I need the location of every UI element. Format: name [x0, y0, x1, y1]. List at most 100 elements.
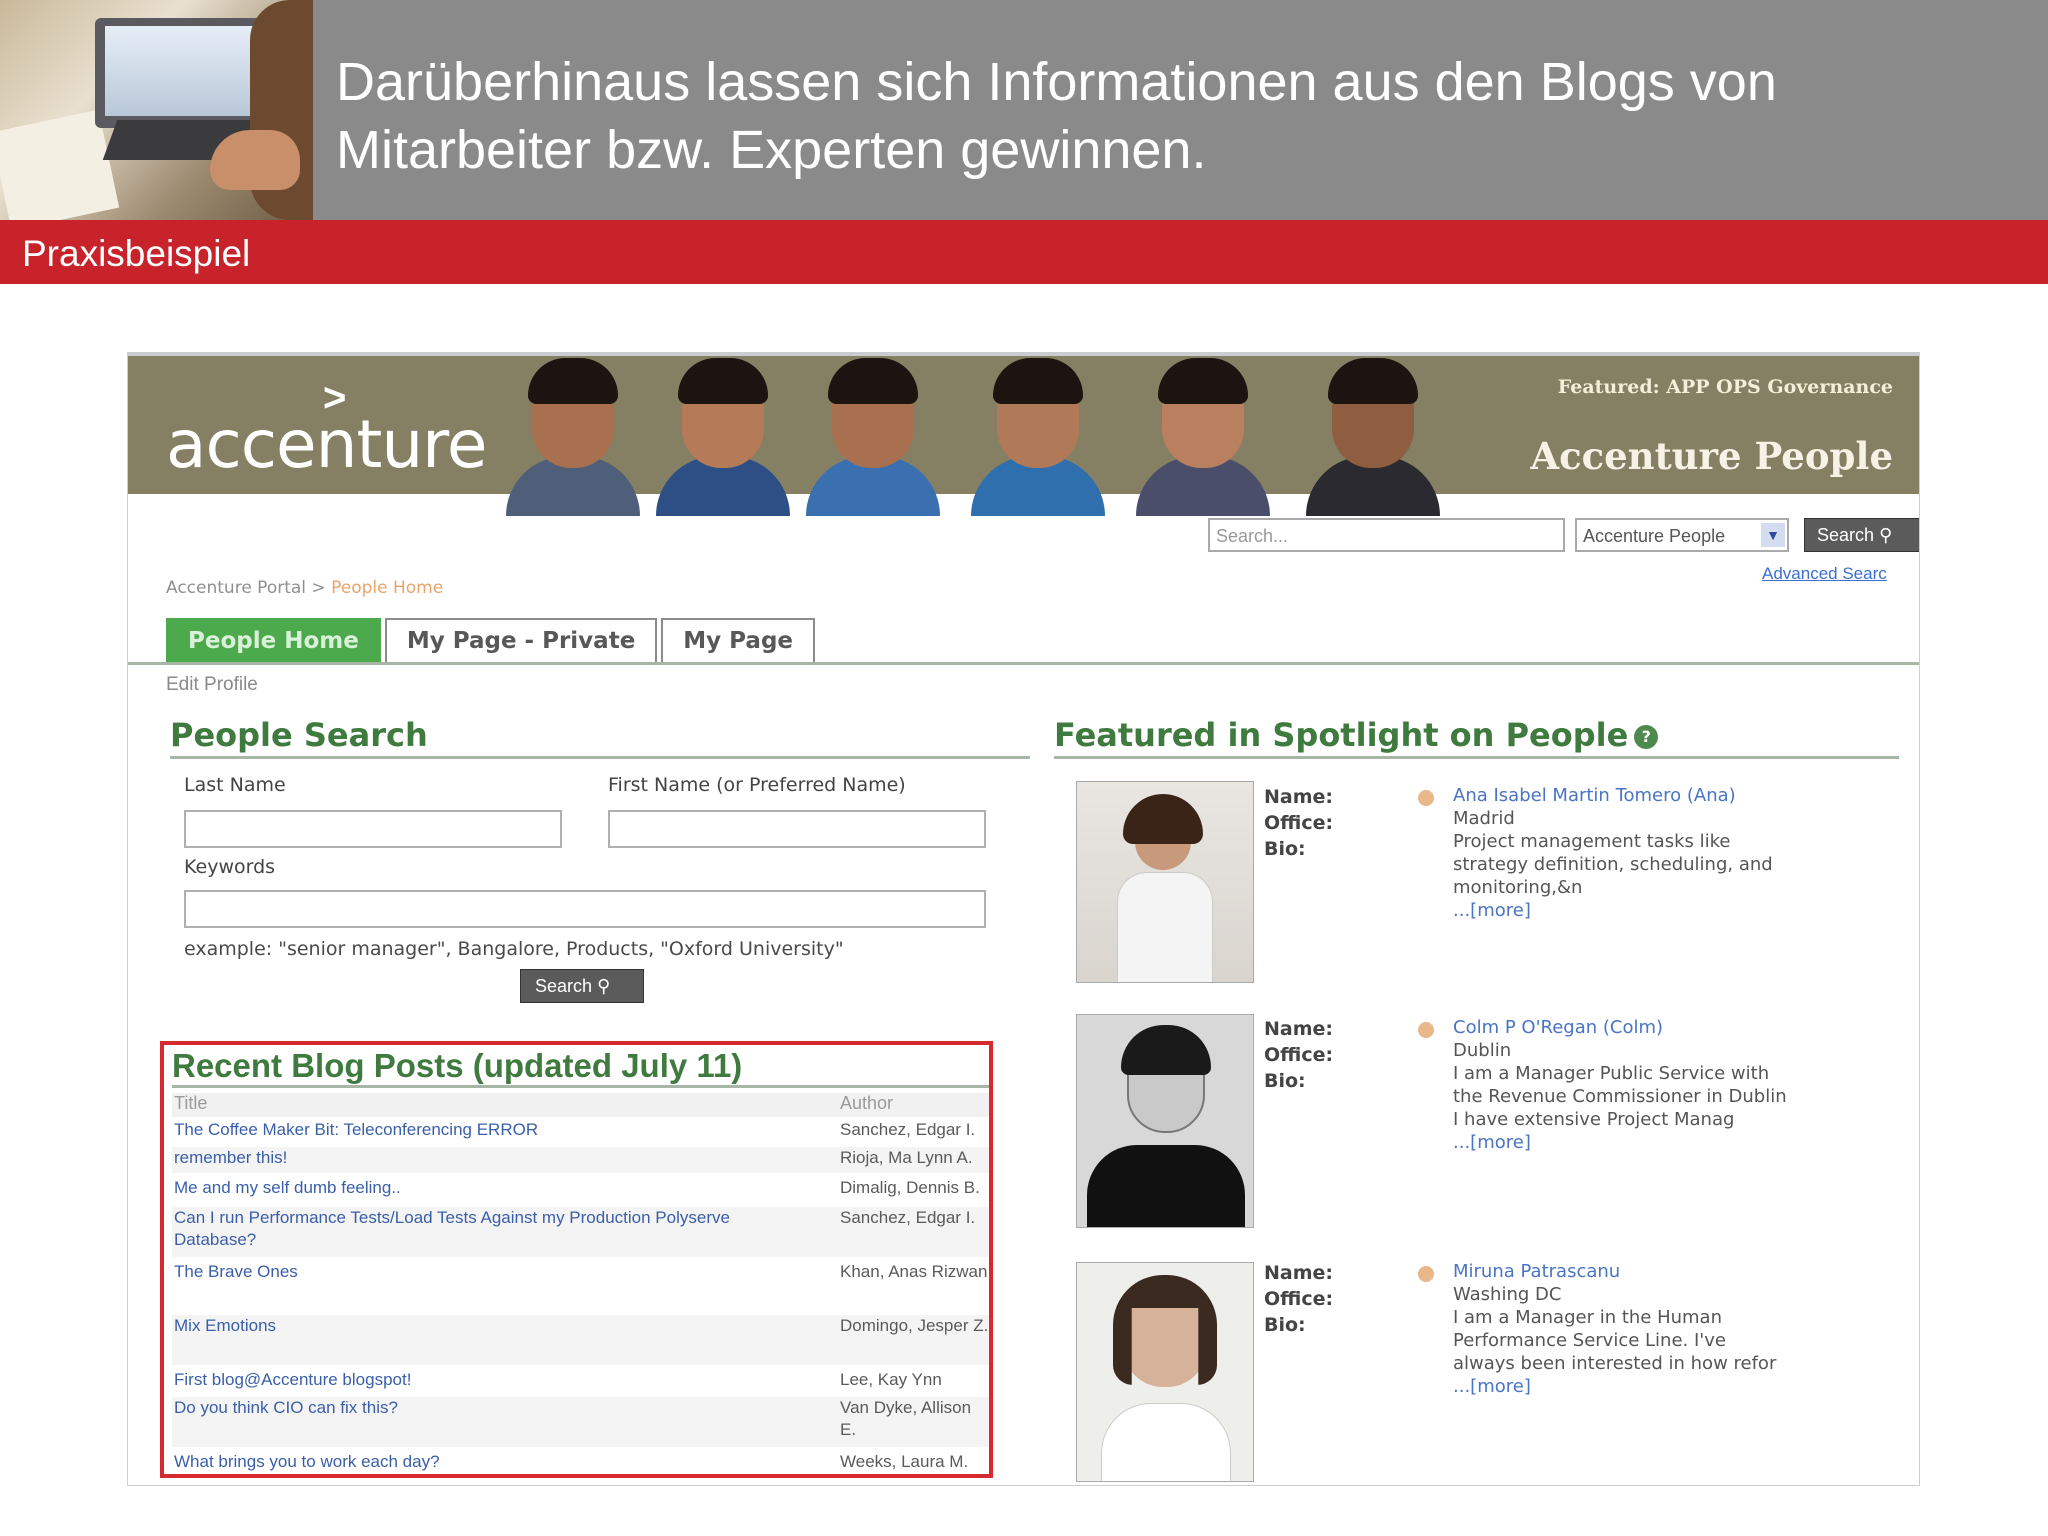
blog-post-author: Van Dyke, Allison E. — [840, 1398, 972, 1439]
portal-search-input[interactable]: Search... — [1208, 518, 1565, 552]
spotlight-labels-1: Name: Office: Bio: — [1264, 784, 1333, 862]
banner-face-4 — [963, 356, 1113, 516]
blog-post-title-link[interactable]: Mix Emotions — [174, 1315, 814, 1337]
recent-blog-posts-title: Recent Blog Posts (updated July 11) — [172, 1047, 989, 1088]
name-label: Name: — [1264, 1262, 1334, 1284]
blog-post-title-link[interactable]: What brings you to work each day? — [174, 1451, 814, 1473]
keywords-field[interactable] — [184, 890, 986, 928]
portal-title: Accenture People — [1530, 434, 1893, 478]
banner-face-3 — [798, 356, 948, 516]
spotlight-office: Dublin — [1453, 1040, 1512, 1061]
blog-post-author: Dimalig, Dennis B. — [840, 1178, 980, 1197]
spotlight-name-link[interactable]: Miruna Patrascanu — [1453, 1260, 1793, 1283]
name-label: Name: — [1264, 786, 1334, 808]
status-dot-icon — [1418, 1022, 1434, 1038]
blog-post-title-link[interactable]: remember this! — [174, 1147, 814, 1169]
breadcrumb: Accenture Portal > People Home — [166, 578, 443, 598]
banner-face-2 — [648, 356, 798, 516]
blog-post-title-link[interactable]: The Coffee Maker Bit: Teleconferencing E… — [174, 1119, 814, 1141]
breadcrumb-separator: > — [306, 578, 332, 598]
spotlight-name-link[interactable]: Colm P O'Regan (Colm) — [1453, 1016, 1793, 1039]
portal-search-button[interactable]: Search ⚲ — [1804, 518, 1919, 552]
table-row: Do you think CIO can fix this? Van Dyke,… — [172, 1397, 989, 1447]
office-label: Office: — [1264, 1044, 1334, 1066]
blog-post-author: Sanchez, Edgar I. — [840, 1120, 976, 1139]
spotlight-labels-2: Name: Office: Bio: — [1264, 1016, 1333, 1094]
search-scope-select[interactable]: Accenture People ▼ — [1575, 518, 1789, 552]
first-name-label: First Name (or Preferred Name) — [608, 774, 906, 796]
tab-people-home[interactable]: People Home — [166, 618, 381, 662]
help-icon[interactable]: ? — [1634, 725, 1659, 749]
spotlight-office: Madrid — [1453, 808, 1515, 829]
slide-header: Darüberhinaus lassen sich Informationen … — [0, 0, 2048, 220]
spotlight-bio: Project management tasks like strategy d… — [1453, 831, 1773, 898]
spotlight-name-link[interactable]: Ana Isabel Martin Tomero (Ana) — [1453, 784, 1793, 807]
banner-face-1 — [498, 356, 648, 516]
banner-face-6 — [1298, 356, 1448, 516]
first-name-field[interactable] — [608, 810, 986, 848]
tab-my-page[interactable]: My Page — [661, 618, 816, 662]
spotlight-more-link[interactable]: ...[more] — [1453, 1131, 1793, 1154]
tab-divider — [128, 662, 1919, 665]
blog-table-header: Title Author — [172, 1093, 989, 1117]
spotlight-photo-2[interactable] — [1076, 1014, 1254, 1228]
blog-post-author: Sanchez, Edgar I. — [840, 1208, 976, 1227]
blog-post-author: Khan, Anas Rizwan — [840, 1262, 988, 1281]
blog-post-title-link[interactable]: Do you think CIO can fix this? — [174, 1397, 814, 1419]
spotlight-more-link[interactable]: ...[more] — [1453, 1375, 1793, 1398]
scope-value: Accenture People — [1583, 526, 1726, 546]
section-bar: Praxisbeispiel — [0, 220, 2048, 284]
spotlight-title: Featured in Spotlight on People? — [1054, 716, 1899, 759]
people-search-title: People Search — [170, 716, 1030, 759]
spotlight-more-link[interactable]: ...[more] — [1453, 899, 1793, 922]
edit-profile-link[interactable]: Edit Profile — [166, 674, 258, 696]
breadcrumb-root[interactable]: Accenture Portal — [166, 578, 306, 598]
breadcrumb-current: People Home — [331, 578, 444, 598]
table-row: First blog@Accenture blogspot! Lee, Kay … — [172, 1369, 989, 1395]
spotlight-info-2: Colm P O'Regan (Colm) Dublin I am a Mana… — [1453, 1016, 1793, 1154]
table-row: Me and my self dumb feeling.. Dimalig, D… — [172, 1177, 989, 1203]
table-row: What brings you to work each day? Weeks,… — [172, 1451, 989, 1474]
blog-post-author: Domingo, Jesper Z. — [840, 1316, 989, 1335]
blog-post-title-link[interactable]: Me and my self dumb feeling.. — [174, 1177, 814, 1199]
recent-blog-posts-highlight: Recent Blog Posts (updated July 11) Titl… — [160, 1041, 993, 1478]
banner-face-5 — [1128, 356, 1278, 516]
blog-post-title-link[interactable]: First blog@Accenture blogspot! — [174, 1369, 814, 1391]
advanced-search-link[interactable]: Advanced Searc — [1762, 564, 1887, 584]
last-name-label: Last Name — [184, 774, 286, 796]
table-row: The Coffee Maker Bit: Teleconferencing E… — [172, 1119, 989, 1145]
status-dot-icon — [1418, 790, 1434, 806]
search-button-label: Search — [1817, 525, 1875, 545]
tab-my-page-private[interactable]: My Page - Private — [384, 618, 658, 662]
featured-label[interactable]: Featured: APP OPS Governance — [1558, 376, 1893, 398]
blog-post-title-link[interactable]: The Brave Ones — [174, 1261, 814, 1283]
search-example-hint: example: "senior manager", Bangalore, Pr… — [184, 938, 844, 960]
spotlight-info-1: Ana Isabel Martin Tomero (Ana) Madrid Pr… — [1453, 784, 1793, 922]
spotlight-bio: I am a Manager in the Human Performance … — [1453, 1307, 1777, 1374]
search-icon: ⚲ — [597, 976, 611, 996]
office-label: Office: — [1264, 1288, 1334, 1310]
section-label: Praxisbeispiel — [22, 233, 251, 274]
spotlight-bio: I am a Manager Public Service with the R… — [1453, 1063, 1787, 1130]
last-name-field[interactable] — [184, 810, 562, 848]
portal-screenshot: > accenture Featured: APP OPS Governance… — [127, 352, 1920, 1486]
table-row: remember this! Rioja, Ma Lynn A. — [172, 1147, 989, 1173]
slide-title: Darüberhinaus lassen sich Informationen … — [336, 48, 2026, 184]
accenture-logo[interactable]: accenture — [166, 406, 487, 483]
chevron-down-icon[interactable]: ▼ — [1761, 523, 1785, 547]
slide-title-line-2: Mitarbeiter bzw. Experten gewinnen. — [336, 120, 1207, 180]
office-label: Office: — [1264, 812, 1334, 834]
blog-post-author: Lee, Kay Ynn — [840, 1370, 942, 1389]
blog-post-author: Rioja, Ma Lynn A. — [840, 1148, 973, 1167]
blog-post-author: Weeks, Laura M. — [840, 1452, 969, 1471]
header-photo — [0, 0, 313, 220]
spotlight-photo-3[interactable] — [1076, 1262, 1254, 1482]
people-search-button[interactable]: Search ⚲ — [520, 969, 644, 1003]
blog-post-title-link[interactable]: Can I run Performance Tests/Load Tests A… — [174, 1207, 814, 1251]
people-search-button-label: Search — [535, 976, 593, 996]
portal-tabs: People Home My Page - Private My Page — [166, 618, 819, 662]
name-label: Name: — [1264, 1018, 1334, 1040]
spotlight-photo-1[interactable] — [1076, 781, 1254, 983]
keywords-label: Keywords — [184, 856, 276, 878]
bio-label: Bio: — [1264, 838, 1306, 860]
